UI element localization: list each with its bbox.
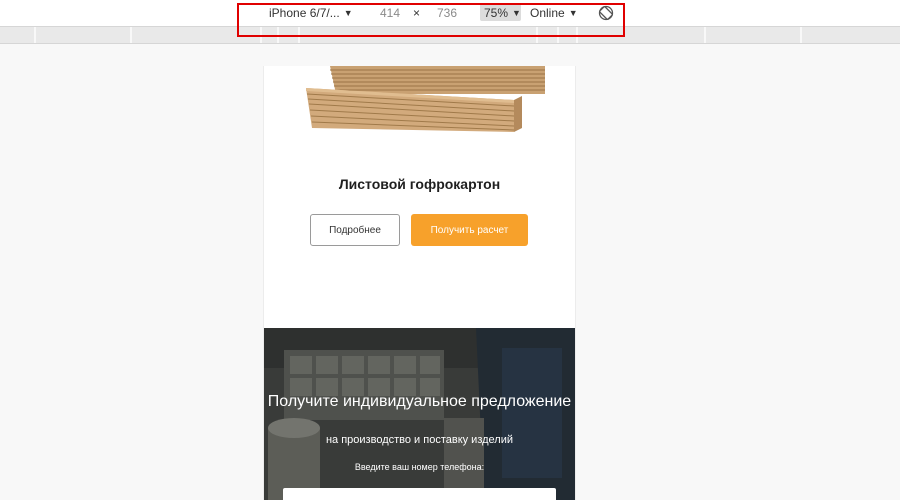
get-quote-button[interactable]: Получить расчет bbox=[411, 214, 528, 246]
promo-title: Получите индивидуальное предложение bbox=[267, 393, 572, 410]
phone-label: Введите ваш номер телефона: bbox=[354, 462, 485, 472]
phone-input[interactable] bbox=[283, 488, 556, 500]
highlight-box bbox=[237, 3, 625, 37]
corrugated-cardboard-image bbox=[306, 66, 545, 132]
promo-section: Получите индивидуальное предложение на п… bbox=[264, 328, 575, 500]
promo-subtitle: на производство и поставку изделий bbox=[325, 434, 514, 446]
more-button[interactable]: Подробнее bbox=[310, 214, 400, 246]
warehouse-background-image bbox=[264, 328, 575, 500]
product-title: Листовой гофрокартон bbox=[338, 176, 501, 192]
device-viewport: Листовой гофрокартон Подробнее Получить … bbox=[263, 66, 576, 500]
